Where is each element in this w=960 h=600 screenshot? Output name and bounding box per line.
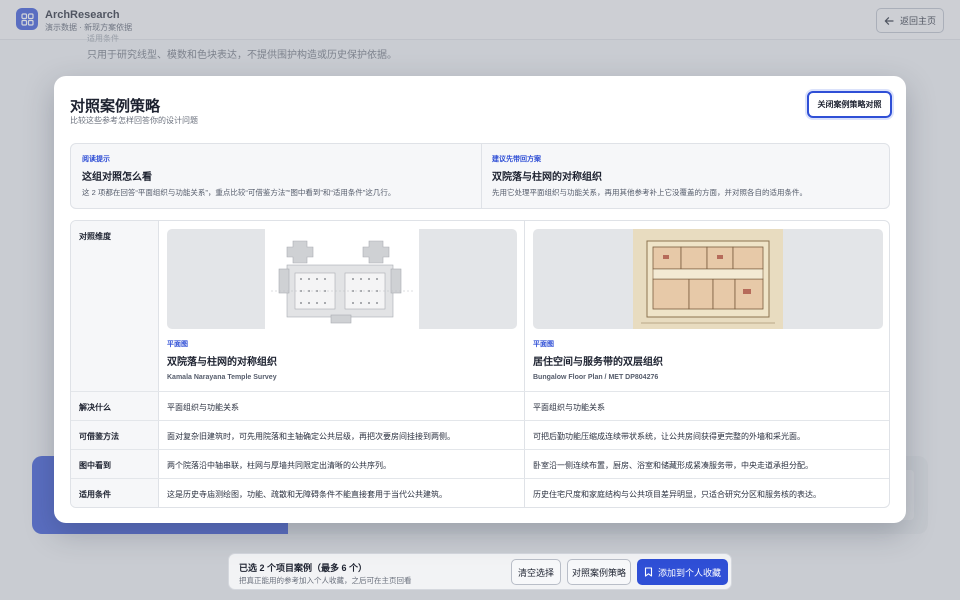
close-modal-button[interactable]: 关闭案例策略对照	[807, 91, 892, 118]
case-title: 双院落与柱网的对称组织	[167, 357, 277, 368]
case-a-cell: 两个院落沿中轴串联，柱网与厚墙共同限定出清晰的公共序列。	[167, 461, 391, 470]
case-kicker: 平面图	[533, 341, 554, 348]
recommendation-text: 先用它处理平面组织与功能关系，再用其他参考补上它没覆盖的方面，并对照各自的适用条…	[492, 188, 807, 197]
hint-divider	[481, 144, 482, 208]
hint-kicker: 阅读提示	[82, 156, 110, 163]
hint-text: 这 2 项都在回答“平面组织与功能关系”，重点比较“可借鉴方法”“图中看到”和“…	[82, 188, 396, 197]
hint-heading: 这组对照怎么看	[82, 172, 152, 183]
selection-hint: 把真正能用的参考加入个人收藏，之后可在主页回看	[239, 576, 412, 585]
modal-title: 对照案例策略	[70, 98, 161, 115]
row-divider	[71, 449, 889, 450]
recommendation-kicker: 建议先带回方案	[492, 156, 541, 163]
row-label: 适用条件	[79, 490, 111, 499]
case-kicker: 平面图	[167, 341, 188, 348]
case-image-bungalow-plan[interactable]	[533, 229, 883, 329]
comparison-table: 对照维度 平面图 双院落与柱网的对称组织 Kamala Narayana Tem…	[70, 220, 890, 508]
row-label: 图中看到	[79, 461, 111, 470]
column-divider	[524, 221, 525, 507]
add-to-favorites-button[interactable]: 添加到个人收藏	[637, 559, 728, 585]
row-divider	[71, 420, 889, 421]
compare-strategy-button[interactable]: 对照案例策略	[567, 559, 631, 585]
case-b-cell: 卧室沿一侧连续布置，厨房、浴室和储藏形成紧凑服务带，中央走道承担分配。	[533, 461, 813, 470]
clear-selection-button[interactable]: 清空选择	[511, 559, 561, 585]
recommendation-heading: 双院落与柱网的对称组织	[492, 172, 602, 183]
selection-count: 已选 2 个项目案例（最多 6 个）	[239, 563, 368, 573]
row-label: 解决什么	[79, 403, 111, 412]
dimension-header: 对照维度	[79, 232, 111, 241]
case-a-cell: 这是历史寺庙测绘图，功能、疏散和无障碍条件不能直接套用于当代公共建筑。	[167, 490, 447, 499]
bookmark-icon	[644, 567, 653, 577]
case-title: 居住空间与服务带的双层组织	[533, 357, 663, 368]
case-b-cell: 可把后勤功能压缩成连续带状系统，让公共房间获得更完整的外墙和采光面。	[533, 432, 805, 441]
modal-subtitle: 比较这些参考怎样回答你的设计问题	[70, 116, 198, 125]
temple-plan-drawing	[271, 240, 413, 324]
case-image-temple-plan[interactable]	[167, 229, 517, 329]
add-to-favorites-label: 添加到个人收藏	[657, 567, 721, 578]
case-source: Kamala Narayana Temple Survey	[167, 374, 277, 381]
compare-strategy-modal: 对照案例策略 比较这些参考怎样回答你的设计问题 关闭案例策略对照 阅读提示 这组…	[54, 76, 906, 523]
reading-hints: 阅读提示 这组对照怎么看 这 2 项都在回答“平面组织与功能关系”，重点比较“可…	[70, 143, 890, 209]
case-b-cell: 历史住宅尺度和家庭结构与公共项目差异明显，只适合研究分区和服务核的表达。	[533, 490, 821, 499]
selection-action-bar: 已选 2 个项目案例（最多 6 个） 把真正能用的参考加入个人收藏，之后可在主页…	[228, 553, 732, 590]
case-a-cell: 面对复杂旧建筑时，可先用院落和主轴确定公共层级，再把次要房间挂接到两侧。	[167, 432, 455, 441]
case-b-cell: 平面组织与功能关系	[533, 403, 605, 412]
case-source: Bungalow Floor Plan / MET DP804276	[533, 374, 659, 381]
row-divider	[71, 391, 889, 392]
case-a-cell: 平面组织与功能关系	[167, 403, 239, 412]
bungalow-plan-drawing	[641, 240, 775, 324]
row-divider	[71, 478, 889, 479]
row-label: 可借鉴方法	[79, 432, 119, 441]
